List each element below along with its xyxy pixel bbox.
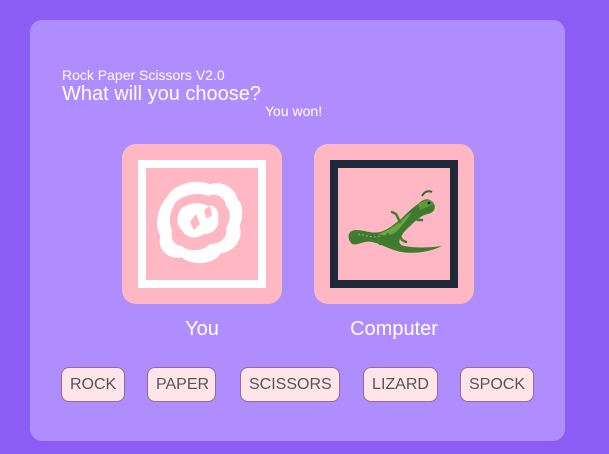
choice-prompt: What will you choose? bbox=[62, 83, 261, 105]
player-choice-tile bbox=[122, 144, 282, 304]
rock-icon bbox=[157, 181, 243, 263]
computer-label: Computer bbox=[350, 318, 438, 340]
game-title: Rock Paper Scissors V2.0 bbox=[62, 67, 225, 83]
lizard-icon bbox=[348, 190, 442, 253]
player-label: You bbox=[185, 318, 219, 340]
paper-button[interactable]: PAPER bbox=[147, 367, 216, 402]
lizard-button[interactable]: LIZARD bbox=[363, 367, 438, 402]
spock-button[interactable]: SPOCK bbox=[460, 367, 534, 402]
result-message: You won! bbox=[265, 103, 323, 119]
game-card: Rock Paper Scissors V2.0 What will you c… bbox=[30, 20, 565, 441]
computer-choice-frame bbox=[330, 160, 458, 288]
computer-choice-tile bbox=[314, 144, 474, 304]
choice-buttons: ROCK PAPER SCISSORS LIZARD SPOCK bbox=[61, 367, 536, 403]
scissors-button[interactable]: SCISSORS bbox=[240, 367, 340, 402]
player-choice-frame bbox=[138, 160, 266, 288]
rock-button[interactable]: ROCK bbox=[61, 367, 125, 402]
